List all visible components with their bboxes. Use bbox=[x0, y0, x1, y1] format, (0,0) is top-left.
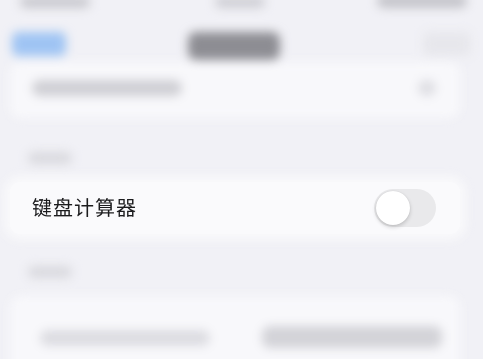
keyboard-calculator-row[interactable]: 键盘计算器 bbox=[10, 182, 460, 234]
chevron-right-icon bbox=[418, 80, 436, 96]
page-title bbox=[188, 32, 280, 60]
section-header bbox=[28, 152, 72, 164]
status-notch-area bbox=[215, 0, 265, 8]
section-header bbox=[28, 266, 72, 278]
keyboard-calculator-label: 键盘计算器 bbox=[32, 196, 137, 220]
status-time bbox=[20, 0, 90, 8]
blurred-background bbox=[0, 0, 483, 359]
settings-group-top[interactable] bbox=[10, 62, 460, 118]
status-indicators bbox=[377, 0, 467, 8]
settings-row-label bbox=[40, 330, 210, 346]
keyboard-calculator-toggle[interactable] bbox=[374, 189, 436, 227]
nav-right-placeholder bbox=[423, 32, 471, 56]
back-button[interactable] bbox=[12, 32, 66, 56]
settings-row-value bbox=[262, 326, 442, 348]
toggle-knob[interactable] bbox=[376, 191, 410, 225]
settings-row-label bbox=[32, 80, 182, 96]
status-bar bbox=[0, 0, 483, 14]
settings-screen: 键盘计算器 bbox=[0, 0, 483, 359]
